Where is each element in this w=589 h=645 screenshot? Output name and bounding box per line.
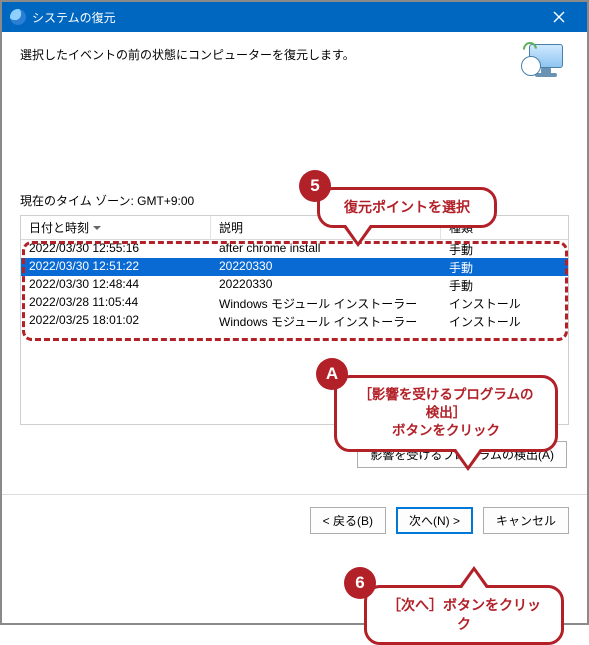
close-button[interactable] — [539, 5, 579, 29]
header-date-label: 日付と時刻 — [29, 219, 89, 236]
header-date[interactable]: 日付と時刻 — [21, 216, 211, 239]
cell-type: インストール — [441, 294, 568, 312]
header-desc-label: 説明 — [219, 219, 243, 236]
cancel-button[interactable]: キャンセル — [483, 507, 569, 534]
cell-type: インストール — [441, 312, 568, 330]
cell-type: 手動 — [441, 276, 568, 294]
scan-button-row: 影響を受けるプログラムの検出(A) — [20, 425, 569, 468]
cell-date: 2022/03/28 11:05:44 — [21, 294, 211, 312]
timezone-label: 現在のタイム ゾーン: GMT+9:00 — [20, 192, 569, 209]
cell-desc: 20220330 — [211, 276, 441, 294]
next-button[interactable]: 次へ(N) > — [396, 507, 473, 534]
back-button[interactable]: < 戻る(B) — [310, 507, 386, 534]
table-row[interactable]: 2022/03/30 12:55:16after chrome install手… — [21, 240, 568, 258]
cell-date: 2022/03/25 18:01:02 — [21, 312, 211, 330]
cell-desc: Windows モジュール インストーラー — [211, 312, 441, 330]
cell-desc: after chrome install — [211, 240, 441, 258]
titlebar: システムの復元 — [2, 2, 587, 32]
close-icon — [553, 11, 565, 23]
cell-date: 2022/03/30 12:51:22 — [21, 258, 211, 276]
cell-date: 2022/03/30 12:48:44 — [21, 276, 211, 294]
system-restore-icon — [10, 9, 26, 25]
intro-row: 選択したイベントの前の状態にコンピューターを復元します。 — [20, 42, 569, 82]
scan-affected-programs-button[interactable]: 影響を受けるプログラムの検出(A) — [357, 441, 567, 468]
table-row[interactable]: 2022/03/30 12:48:4420220330手動 — [21, 276, 568, 294]
content-area: 選択したイベントの前の状態にコンピューターを復元します。 現在のタイム ゾーン:… — [2, 32, 587, 468]
cell-type: 手動 — [441, 258, 568, 276]
callout-6-text: ［次へ］ボタンをクリック — [387, 597, 541, 632]
table-body: 2022/03/30 12:55:16after chrome install手… — [21, 240, 568, 330]
callout-6: ［次へ］ボタンをクリック — [364, 585, 564, 645]
wizard-buttons: < 戻る(B) 次へ(N) > キャンセル — [2, 495, 587, 534]
titlebar-left: システムの復元 — [10, 9, 116, 26]
table-row[interactable]: 2022/03/30 12:51:2220220330手動 — [21, 258, 568, 276]
cell-date: 2022/03/30 12:55:16 — [21, 240, 211, 258]
cell-desc: Windows モジュール インストーラー — [211, 294, 441, 312]
restore-icon — [521, 42, 569, 82]
intro-text: 選択したイベントの前の状態にコンピューターを復元します。 — [20, 42, 355, 63]
cell-desc: 20220330 — [211, 258, 441, 276]
header-desc[interactable]: 説明 — [211, 216, 441, 239]
cell-type: 手動 — [441, 240, 568, 258]
table-header: 日付と時刻 説明 種類 — [21, 216, 568, 240]
badge-6: 6 — [344, 567, 376, 599]
header-type[interactable]: 種類 — [441, 216, 568, 239]
sort-desc-icon — [93, 226, 101, 230]
table-row[interactable]: 2022/03/25 18:01:02Windows モジュール インストーラー… — [21, 312, 568, 330]
header-type-label: 種類 — [449, 219, 473, 236]
window-title: システムの復元 — [32, 9, 116, 26]
table-row[interactable]: 2022/03/28 11:05:44Windows モジュール インストーラー… — [21, 294, 568, 312]
restore-points-table[interactable]: 日付と時刻 説明 種類 2022/03/30 12:55:16after chr… — [20, 215, 569, 425]
